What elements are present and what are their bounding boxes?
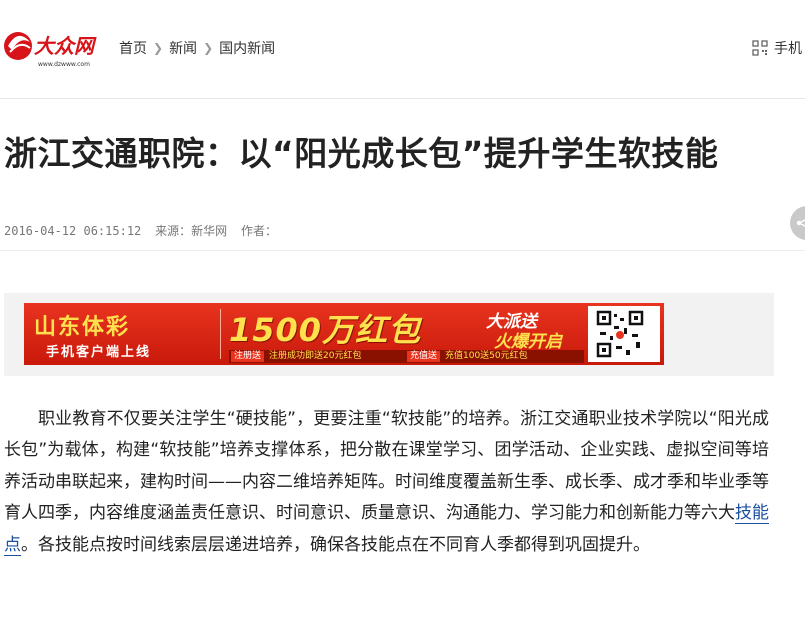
ad-divider <box>220 309 221 359</box>
share-button[interactable] <box>790 206 805 240</box>
breadcrumb: 首页 ❯ 新闻 ❯ 国内新闻 <box>119 38 275 58</box>
lottery-ad-banner[interactable]: 山东体彩 手机客户端上线 1500万红包 大派送 火爆开启 注册送 注册成功即送… <box>24 303 664 365</box>
article-author: 作者： <box>240 224 277 238</box>
mobile-version-link[interactable]: 手机 <box>752 38 802 58</box>
paragraph-text: 职业教育不仅要关注学生“硬技能”，更要注重“软技能”的培养。浙江交通职业技术学院… <box>4 409 769 524</box>
ad-brand-subtitle: 手机客户端上线 <box>46 345 152 360</box>
article-meta: 2016-04-12 06:15:12 来源：新华网 作者： <box>4 222 287 239</box>
logo-text: 大众网 <box>34 34 97 58</box>
ad-headline: 1500万红包 <box>229 311 422 349</box>
site-header: 大众网 www.dzwww.com 首页 ❯ 新闻 ❯ 国内新闻 手机 <box>0 0 805 99</box>
site-logo[interactable]: 大众网 www.dzwww.com <box>0 22 100 74</box>
paragraph-text-tail: 。各技能点按时间线索层层递进培养，确保各技能点在不同育人季都得到巩固提升。 <box>21 534 650 555</box>
ad-tag-register: 注册送 <box>231 351 265 362</box>
ad-brand: 山东体彩 <box>34 315 131 340</box>
article-title: 浙江交通职院：以“阳光成长包”提升学生软技能 <box>4 134 719 173</box>
article-source: 来源：新华网 <box>155 224 228 238</box>
ad-slogan-2: 火爆开启 <box>494 332 562 352</box>
ad-tag-recharge: 充值送 <box>407 351 441 362</box>
chevron-right-icon: ❯ <box>153 41 164 55</box>
breadcrumb-domestic-news[interactable]: 国内新闻 <box>219 38 275 58</box>
breadcrumb-home[interactable]: 首页 <box>119 38 147 58</box>
chevron-right-icon: ❯ <box>203 41 214 55</box>
divider <box>0 250 805 251</box>
article-body: 职业教育不仅要关注学生“硬技能”，更要注重“软技能”的培养。浙江交通职业技术学院… <box>4 404 769 561</box>
publish-date: 2016-04-12 06:15:12 <box>4 224 142 238</box>
breadcrumb-news[interactable]: 新闻 <box>169 38 197 58</box>
ad-note-recharge: 充值100送50元红包 <box>445 351 528 361</box>
ad-qr-code <box>588 306 660 362</box>
ad-note-register: 注册成功即送20元红包 <box>269 351 362 361</box>
article-paragraph: 职业教育不仅要关注学生“硬技能”，更要注重“软技能”的培养。浙江交通职业技术学院… <box>4 404 769 561</box>
qr-code-icon <box>752 40 768 56</box>
share-icon <box>796 219 805 227</box>
logo-domain: www.dzwww.com <box>38 61 90 68</box>
mobile-label: 手机 <box>774 41 802 57</box>
